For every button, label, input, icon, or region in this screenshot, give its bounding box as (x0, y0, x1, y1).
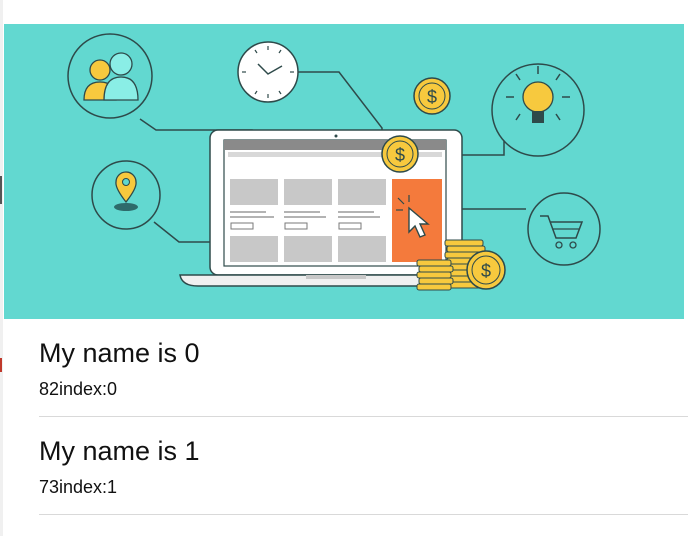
svg-text:$: $ (481, 261, 491, 281)
list-item-title: My name is 0 (39, 338, 200, 368)
list-item-subtitle: 73index:1 (39, 477, 118, 497)
edge-mark-red (0, 358, 2, 372)
location-pin-icon (91, 160, 161, 230)
hero-banner-image: $ $ $ (4, 24, 684, 319)
left-edge (0, 0, 3, 536)
svg-text:$: $ (395, 145, 405, 165)
list-item-title: My name is 1 (39, 436, 200, 466)
edge-mark (0, 176, 2, 204)
users-icon (67, 33, 153, 119)
shopping-cart-icon (527, 192, 601, 266)
lightbulb-icon (491, 63, 585, 157)
dollar-coin-icon: $ (413, 77, 451, 115)
list-item-subtitle: 82index:0 (39, 379, 118, 399)
dollar-coin-icon: $ (381, 135, 419, 173)
clock-icon (237, 41, 299, 103)
list-item[interactable]: My name is 0 82index:0 (39, 320, 688, 417)
list-item[interactable]: My name is 1 73index:1 (39, 418, 688, 515)
svg-text:$: $ (427, 87, 437, 107)
